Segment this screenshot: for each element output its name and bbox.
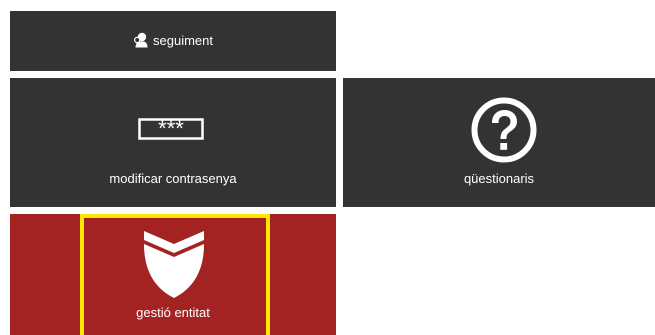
user-key-icon bbox=[133, 32, 149, 48]
tile-seguiment-content: seguiment bbox=[10, 32, 336, 48]
tile-seguiment-label: seguiment bbox=[153, 32, 213, 48]
tile-modificar-contrasenya-label: modificar contrasenya bbox=[109, 171, 237, 186]
tile-modificar-contrasenya[interactable]: *** modificar contrasenya bbox=[10, 78, 336, 207]
tile-questionaris-label: qüestionaris bbox=[463, 171, 535, 186]
question-circle-icon bbox=[471, 97, 537, 163]
password-mask: *** bbox=[158, 118, 184, 140]
tile-gestio-entitat-label: gestió entitat bbox=[136, 305, 210, 320]
tile-gestio-entitat[interactable]: gestió entitat bbox=[10, 214, 336, 335]
password-field-icon: *** bbox=[138, 116, 204, 141]
tile-questionaris[interactable]: qüestionaris bbox=[343, 78, 655, 207]
tile-seguiment[interactable]: seguiment bbox=[10, 11, 336, 71]
shield-icon bbox=[144, 231, 204, 299]
